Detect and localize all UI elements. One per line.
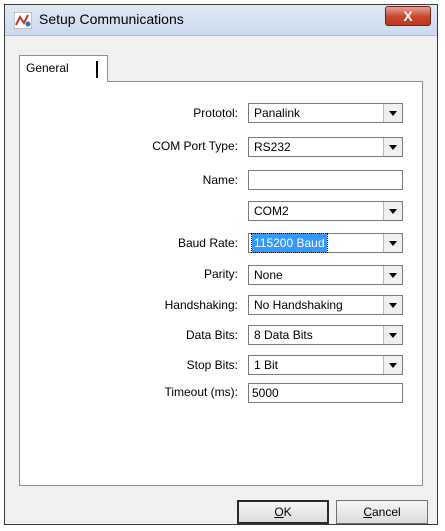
- name-label: Name:: [202, 173, 238, 187]
- chevron-down-icon[interactable]: [383, 266, 402, 284]
- chevron-down-icon[interactable]: [383, 234, 402, 252]
- stop-bits-label: Stop Bits:: [186, 358, 238, 372]
- data-bits-select[interactable]: 8 Data Bits: [248, 325, 403, 345]
- general-tab-panel: Prototol: Panalink COM Port Type: RS232 …: [19, 81, 423, 486]
- chevron-down-icon[interactable]: [383, 296, 402, 314]
- baud-rate-value: 115200 Baud: [251, 233, 328, 253]
- com-port-type-label: COM Port Type:: [152, 139, 238, 153]
- chevron-down-icon[interactable]: [383, 202, 402, 220]
- close-button[interactable]: X: [385, 6, 431, 26]
- chevron-down-icon[interactable]: [383, 104, 402, 122]
- setup-communications-dialog: Setup Communications X General Prototol:…: [4, 4, 438, 525]
- cancel-label-rest: ancel: [371, 505, 401, 519]
- timeout-label: Timeout (ms):: [164, 385, 238, 399]
- tab-general-label: General: [26, 61, 69, 75]
- parity-label: Parity:: [203, 267, 238, 281]
- timeout-value: 5000: [252, 386, 279, 400]
- com-port-type-value: RS232: [254, 140, 291, 154]
- close-icon: X: [403, 8, 413, 24]
- baud-rate-select[interactable]: 115200 Baud: [248, 233, 403, 253]
- ok-label-rest: K: [283, 505, 292, 519]
- cancel-button[interactable]: Cancel: [336, 500, 428, 524]
- chevron-down-icon[interactable]: [383, 138, 402, 156]
- stop-bits-value: 1 Bit: [254, 358, 279, 372]
- data-bits-value: 8 Data Bits: [254, 328, 313, 342]
- ok-mnemonic: O: [274, 505, 284, 519]
- app-network-icon: [14, 12, 32, 29]
- stop-bits-select[interactable]: 1 Bit: [248, 355, 403, 375]
- title-bar[interactable]: Setup Communications X: [5, 5, 437, 36]
- timeout-input[interactable]: 5000: [248, 383, 403, 403]
- chevron-down-icon[interactable]: [383, 356, 402, 374]
- tab-general[interactable]: General: [19, 55, 108, 82]
- protocol-select[interactable]: Panalink: [248, 103, 403, 123]
- tab-separator: [96, 61, 98, 78]
- baud-rate-label: Baud Rate:: [177, 236, 238, 250]
- handshaking-value: No Handshaking: [254, 298, 343, 312]
- parity-select[interactable]: None: [248, 265, 403, 285]
- data-bits-label: Data Bits:: [185, 328, 238, 342]
- parity-value: None: [254, 268, 283, 282]
- cancel-mnemonic: C: [363, 505, 372, 519]
- protocol-value: Panalink: [254, 106, 301, 120]
- window-title: Setup Communications: [39, 11, 184, 27]
- ok-button[interactable]: OK: [237, 500, 329, 524]
- handshaking-select[interactable]: No Handshaking: [248, 295, 403, 315]
- chevron-down-icon[interactable]: [383, 326, 402, 344]
- com-port-value: COM2: [254, 204, 289, 218]
- protocol-label: Prototol:: [193, 106, 238, 120]
- com-port-type-select[interactable]: RS232: [248, 137, 403, 157]
- com-port-select[interactable]: COM2: [248, 201, 403, 221]
- name-input[interactable]: [248, 170, 403, 190]
- handshaking-label: Handshaking:: [164, 298, 238, 312]
